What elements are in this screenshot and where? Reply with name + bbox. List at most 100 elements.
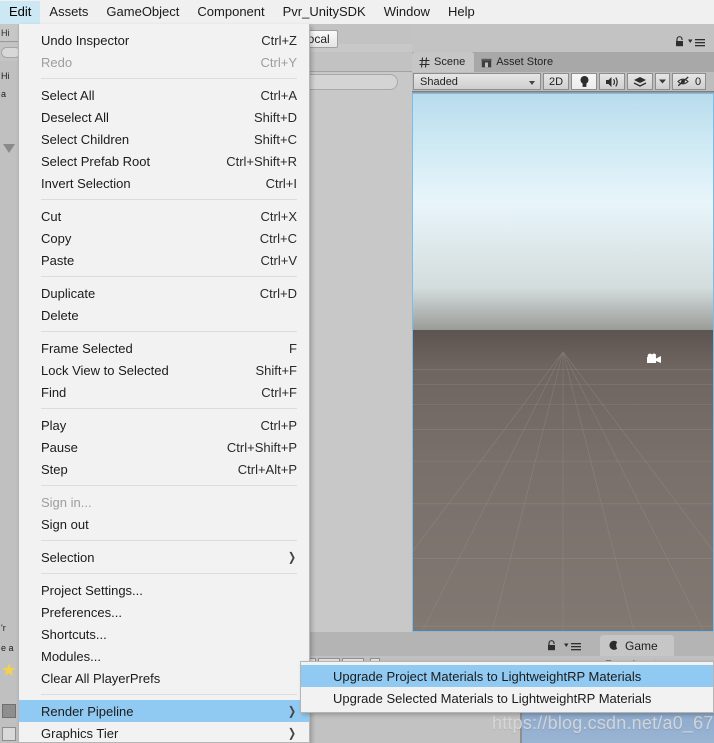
effects-dropdown-button[interactable] [655,73,670,90]
menu-item-shortcut: Ctrl+C [259,230,297,246]
submenu-item-upgrade-project-materials[interactable]: Upgrade Project Materials to Lightweight… [301,665,713,687]
hierarchy-row-label: a [1,89,7,99]
menu-item-clear-all-playerprefs[interactable]: Clear All PlayerPrefs [19,667,309,689]
menu-item-duplicate[interactable]: Duplicate Ctrl+D [19,282,309,304]
menu-item-sign-out[interactable]: Sign out [19,513,309,535]
menu-item-select-children[interactable]: Select Children Shift+C [19,128,309,150]
lightbulb-icon [580,76,588,87]
menu-item-label: Select Prefab Root [41,153,151,169]
menu-item-lock-view-to-selected[interactable]: Lock View to Selected Shift+F [19,359,309,381]
scene-visibility-button[interactable]: 0 [672,73,707,90]
menu-item-label: Select Children [41,131,130,147]
menubar-item-window[interactable]: Window [375,1,439,24]
hierarchy-collapse-arrow-icon[interactable] [3,144,15,153]
chevron-down-icon [659,79,666,84]
tab-scene[interactable]: Scene [412,52,475,72]
menu-item-label: Modules... [41,648,101,664]
menu-item-label: Render Pipeline [41,703,134,719]
menu-item-deselect-all[interactable]: Deselect All Shift+D [19,106,309,128]
draw-mode-dropdown[interactable]: Shaded [413,73,541,90]
menu-item-label: Deselect All [41,109,109,125]
submenu-item-label: Upgrade Selected Materials to Lightweigh… [333,690,652,706]
menubar-item-edit[interactable]: Edit [0,0,41,24]
menu-item-label: Copy [41,230,72,246]
menu-item-shortcut: Shift+F [255,362,297,378]
menu-item-label: Play [41,417,67,433]
menu-item-shortcut: Shift+D [254,109,297,125]
menu-item-play[interactable]: Play Ctrl+P [19,414,309,436]
project-lock-icon[interactable] [547,640,556,651]
menu-item-cut[interactable]: Cut Ctrl+X [19,205,309,227]
menu-item-label: Shortcuts... [41,626,107,642]
unity-editor-window: Hi Hi a 'r e a Local Scene Asset Store S… [0,0,714,743]
menubar-item-pvr-unitysdk[interactable]: Pvr_UnitySDK [274,1,375,24]
menu-separator [41,573,297,574]
cube-icon [2,704,16,718]
chevron-down-icon [529,81,535,85]
menu-item-invert-selection[interactable]: Invert Selection Ctrl+I [19,172,309,194]
menu-item-step[interactable]: Step Ctrl+Alt+P [19,458,309,480]
toggle-effects-button[interactable] [627,73,653,90]
menu-item-sign-in: Sign in... [19,491,309,513]
menu-separator [41,485,297,486]
submenu-arrow-icon: ❯ [287,726,296,740]
scene-viewport[interactable] [412,93,714,632]
menu-item-label: Redo [41,54,73,70]
menu-item-project-settings[interactable]: Project Settings... [19,579,309,601]
menubar-item-label: Component [197,3,265,19]
menu-item-label: Lock View to Selected [41,362,169,378]
menu-item-render-pipeline[interactable]: Render Pipeline ❯ [19,700,309,722]
menubar-item-assets[interactable]: Assets [40,1,97,24]
menubar-item-label: Pvr_UnitySDK [282,3,366,19]
menu-item-select-all[interactable]: Select All Ctrl+A [19,84,309,106]
menu-separator [41,276,297,277]
menu-item-frame-selected[interactable]: Frame Selected F [19,337,309,359]
menubar-item-component[interactable]: Component [188,1,273,24]
menubar-item-label: Help [447,3,475,19]
menubar-item-help[interactable]: Help [439,1,484,24]
menu-item-modules[interactable]: Modules... [19,645,309,667]
menu-item-preferences[interactable]: Preferences... [19,601,309,623]
menu-item-shortcut: Ctrl+F [261,384,297,400]
menu-item-delete[interactable]: Delete [19,304,309,326]
menu-item-shortcuts[interactable]: Shortcuts... [19,623,309,645]
menubar-item-gameobject[interactable]: GameObject [97,1,188,24]
menu-item-shortcut: Ctrl+P [260,417,297,433]
panel-options-menu-icon[interactable] [688,38,706,47]
lock-icon[interactable] [675,36,684,47]
menu-item-shortcut: Ctrl+V [260,252,297,268]
menu-item-label: Cut [41,208,62,224]
scene-tab-bar: Scene Asset Store [412,52,714,72]
toggle-2d-button[interactable]: 2D [543,73,569,90]
menu-item-paste[interactable]: Paste Ctrl+V [19,249,309,271]
menu-item-select-prefab-root[interactable]: Select Prefab Root Ctrl+Shift+R [19,150,309,172]
menu-separator [41,331,297,332]
toggle-2d-label: 2D [548,75,564,88]
scene-view-panel: Scene Asset Store Shaded 2D 0 [412,52,714,632]
menu-separator [41,199,297,200]
menu-item-copy[interactable]: Copy Ctrl+C [19,227,309,249]
hierarchy-row-label: e a [1,643,14,653]
menu-item-shortcut: Ctrl+I [265,175,297,191]
menu-item-graphics-tier[interactable]: Graphics Tier ❯ [19,722,309,742]
project-options-menu-icon[interactable] [564,642,582,651]
tab-asset-store[interactable]: Asset Store [474,52,563,72]
menu-item-label: Graphics Tier [41,725,119,741]
menu-item-selection[interactable]: Selection ❯ [19,546,309,568]
camera-gizmo-icon[interactable] [645,352,664,366]
tab-scene-label: Scene [434,56,466,68]
menu-separator [41,408,297,409]
menu-item-label: Paste [41,252,75,268]
menu-item-find[interactable]: Find Ctrl+F [19,381,309,403]
toggle-lighting-button[interactable] [571,73,597,90]
tab-game[interactable]: Game [600,635,674,656]
menubar-item-label: GameObject [106,3,180,19]
menu-item-redo: Redo Ctrl+Y [19,51,309,73]
menu-item-undo-inspector[interactable]: Undo Inspector Ctrl+Z [19,29,309,51]
menu-item-shortcut: Ctrl+Shift+P [226,439,297,455]
menu-item-pause[interactable]: Pause Ctrl+Shift+P [19,436,309,458]
toggle-audio-button[interactable] [599,73,625,90]
submenu-item-upgrade-selected-materials[interactable]: Upgrade Selected Materials to Lightweigh… [301,687,713,709]
menu-bar: Edit Assets GameObject Component Pvr_Uni… [0,0,714,24]
tab-game-label: Game [625,638,658,653]
